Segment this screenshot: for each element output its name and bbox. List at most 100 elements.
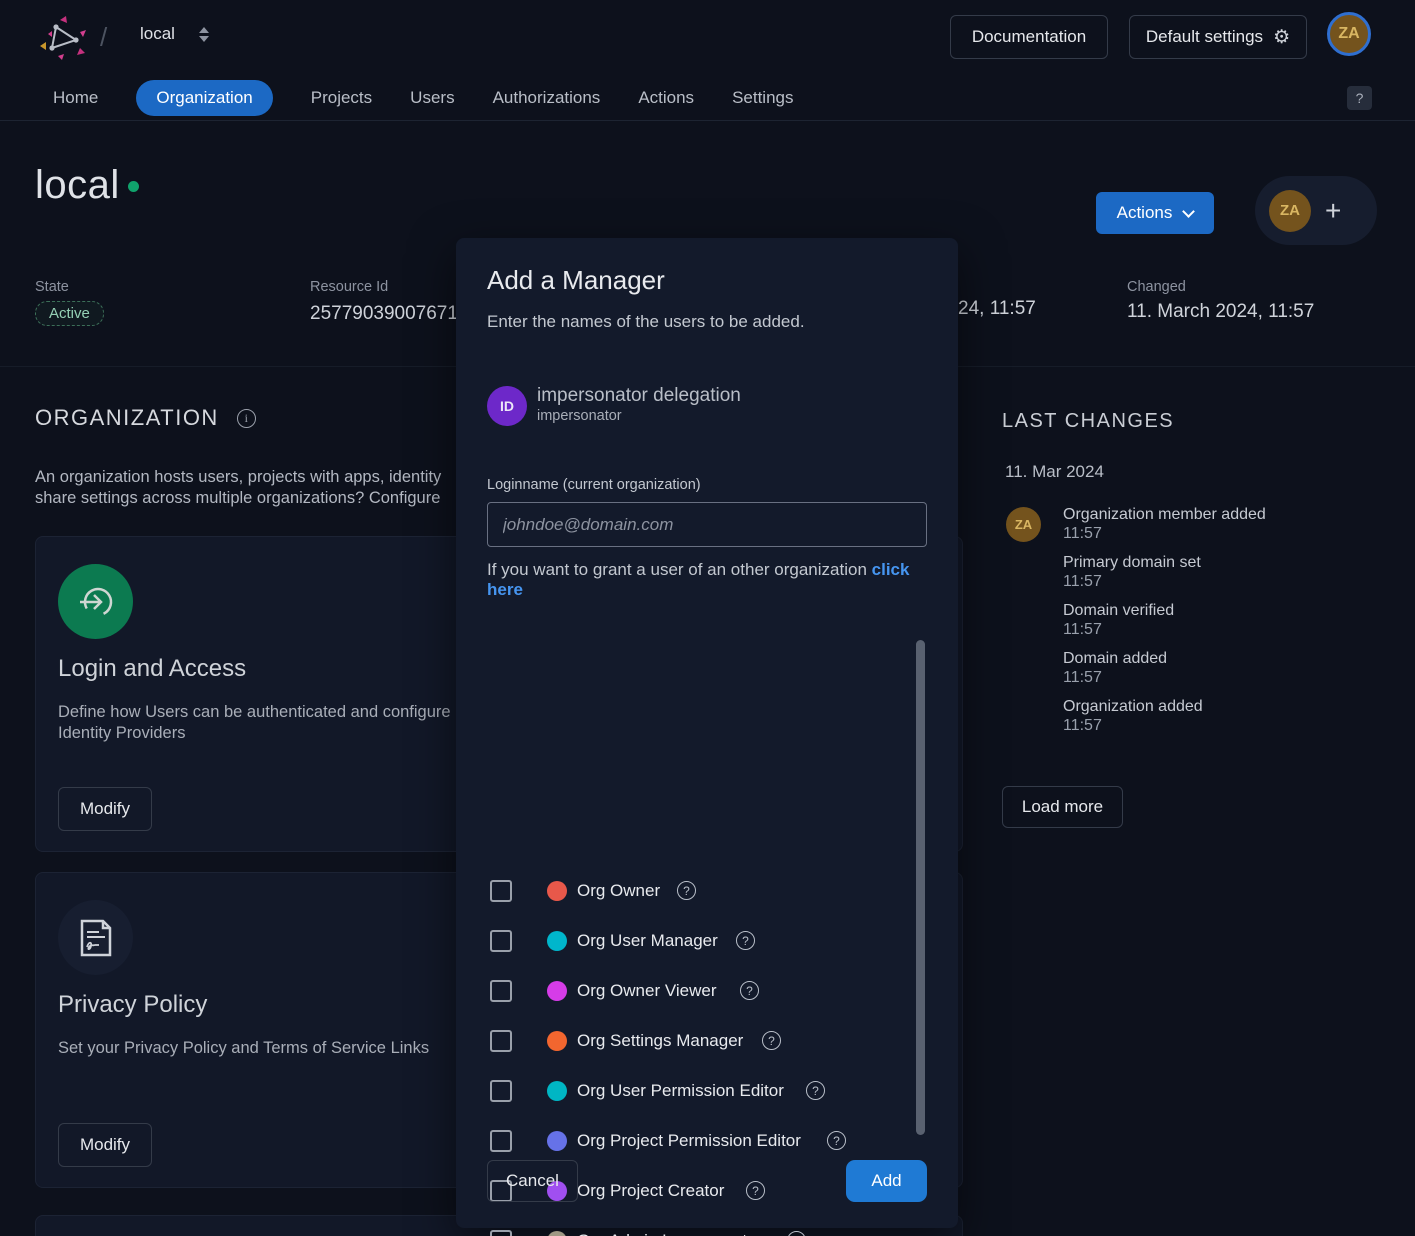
role-color-dot [547,1031,567,1051]
role-help-icon[interactable]: ? [736,931,755,950]
nav-item-settings[interactable]: Settings [732,80,793,116]
role-help-icon[interactable]: ? [787,1231,806,1236]
role-row-org-owner-viewer[interactable]: Org Owner Viewer ? [456,966,916,1016]
help-shortcut-button[interactable]: ? [1347,86,1372,110]
header-actions-label: Actions [1117,203,1173,223]
org-active-dot [128,181,139,192]
nav-item-authorizations[interactable]: Authorizations [493,80,601,116]
created-date-partial: 24, 11:57 [958,298,1036,320]
role-color-dot [547,931,567,951]
role-label: Org Project Creator [577,1181,724,1201]
role-checkbox[interactable] [490,1230,512,1236]
nav-item-projects[interactable]: Projects [311,80,372,116]
event-item[interactable]: Domain added 11:57 [1063,649,1393,687]
organization-heading: ORGANIZATION [35,405,219,430]
page-title: local [35,163,120,208]
role-row-org-admin-impersonator[interactable]: Org Admin Impersonator ? [456,1216,916,1236]
role-help-icon[interactable]: ? [677,881,696,900]
login-access-modify-button[interactable]: Modify [58,787,152,831]
role-checkbox[interactable] [490,930,512,952]
nav-item-home[interactable]: Home [53,80,98,116]
role-label: Org User Manager [577,931,718,951]
target-user-detail: impersonator [537,408,622,424]
role-help-icon[interactable]: ? [762,1031,781,1050]
add-member-icon[interactable]: + [1325,195,1341,227]
role-row-org-project-permission-editor[interactable]: Org Project Permission Editor ? [456,1116,916,1166]
resource-id-label: Resource Id [310,279,479,295]
dialog-subtitle: Enter the names of the users to be added… [487,312,805,332]
modal-scrollbar-thumb[interactable] [916,640,925,1135]
role-label: Org User Permission Editor [577,1081,784,1101]
role-help-icon[interactable]: ? [740,981,759,1000]
grant-other-org-hint: If you want to grant a user of an other … [487,560,917,600]
event-item[interactable]: Organization member added 11:57 [1063,505,1393,543]
add-manager-dialog: Add a Manager Enter the names of the use… [456,238,958,1228]
load-more-button[interactable]: Load more [1002,786,1123,828]
main-nav: Home Organization Projects Users Authori… [0,75,1415,121]
loginname-label: Loginname (current organization) [487,477,701,493]
info-icon[interactable]: i [237,409,256,428]
privacy-policy-modify-button[interactable]: Modify [58,1123,152,1167]
default-settings-button[interactable]: Default settings ⚙ [1129,15,1307,59]
changed-column: Changed 11. March 2024, 11:57 [1127,279,1314,323]
role-help-icon[interactable]: ? [746,1181,765,1200]
last-changes-date: 11. Mar 2024 [1005,462,1104,482]
role-label: Org Project Permission Editor [577,1131,801,1151]
add-button[interactable]: Add [846,1160,927,1202]
role-color-dot [547,1231,567,1236]
login-access-description: Define how Users can be authenticated an… [58,702,508,744]
zitadel-logo-icon[interactable] [36,10,90,64]
member-avatar-group[interactable]: ZA + [1255,176,1377,245]
cancel-button[interactable]: Cancel [487,1160,578,1202]
role-help-icon[interactable]: ? [827,1131,846,1150]
role-checkbox[interactable] [490,880,512,902]
nav-item-organization[interactable]: Organization [136,80,272,116]
topbar: / local Documentation Default settings ⚙… [0,0,1415,75]
login-access-title: Login and Access [58,655,246,683]
loginname-input[interactable] [487,502,927,547]
org-switcher-label: local [140,24,175,44]
state-label: State [35,279,104,295]
documentation-button[interactable]: Documentation [950,15,1108,59]
resource-id-column: Resource Id 2577903900767178 [310,279,479,325]
role-checkbox[interactable] [490,1080,512,1102]
event-item[interactable]: Domain verified 11:57 [1063,601,1393,639]
role-row-org-owner[interactable]: Org Owner ? [456,866,916,916]
last-changes-heading: LAST CHANGES [1002,410,1174,433]
nav-item-users[interactable]: Users [410,80,454,116]
role-color-dot [547,1081,567,1101]
role-checkbox[interactable] [490,980,512,1002]
gear-icon: ⚙ [1273,28,1290,47]
role-row-org-settings-manager[interactable]: Org Settings Manager ? [456,1016,916,1066]
member-avatar: ZA [1269,190,1311,232]
unfold-icon [199,27,209,42]
changed-value: 11. March 2024, 11:57 [1127,301,1314,323]
role-row-org-user-manager[interactable]: Org User Manager ? [456,916,916,966]
role-label: Org Admin Impersonator [577,1231,762,1236]
role-label: Org Settings Manager [577,1031,743,1051]
state-column: State Active [35,279,104,326]
role-color-dot [547,981,567,1001]
changed-label: Changed [1127,279,1314,295]
nav-item-actions[interactable]: Actions [638,80,694,116]
role-checkbox[interactable] [490,1130,512,1152]
event-avatar: ZA [1006,507,1041,542]
role-help-icon[interactable]: ? [806,1081,825,1100]
state-badge: Active [35,301,104,326]
resource-id-value: 2577903900767178 [310,303,479,325]
target-user-avatar: ID [487,386,527,426]
breadcrumb-slash: / [100,22,107,53]
login-icon [58,564,133,639]
privacy-policy-title: Privacy Policy [58,991,207,1019]
org-switcher[interactable]: local [140,24,209,44]
chevron-down-icon [1183,205,1196,218]
role-color-dot [547,1131,567,1151]
dialog-title: Add a Manager [487,265,665,296]
user-avatar[interactable]: ZA [1327,12,1371,56]
target-user-name: impersonator delegation [537,385,741,407]
event-item[interactable]: Primary domain set 11:57 [1063,553,1393,591]
event-item[interactable]: Organization added 11:57 [1063,697,1393,735]
role-row-org-user-permission-editor[interactable]: Org User Permission Editor ? [456,1066,916,1116]
role-checkbox[interactable] [490,1030,512,1052]
header-actions-button[interactable]: Actions [1096,192,1214,234]
